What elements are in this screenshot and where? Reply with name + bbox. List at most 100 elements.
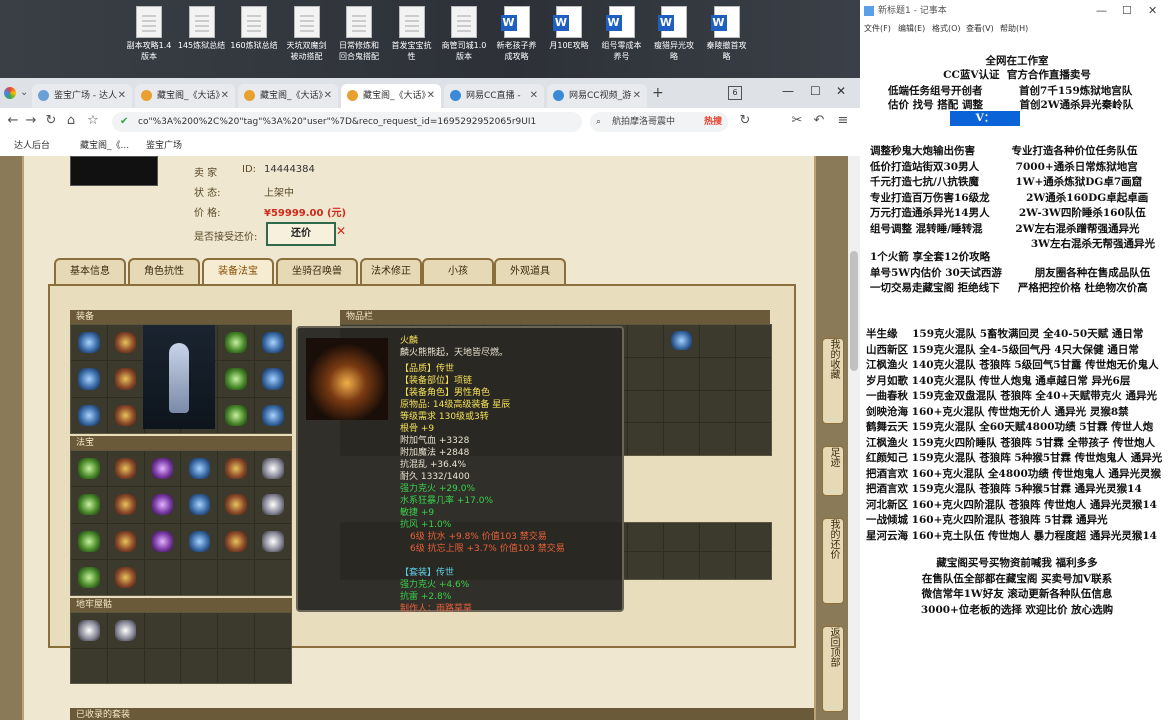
- game-tab-5[interactable]: 小孩: [422, 258, 494, 284]
- offer-close-icon[interactable]: ✕: [336, 224, 346, 238]
- item-slot-empty[interactable]: [628, 423, 664, 455]
- offer-button[interactable]: 还价: [266, 222, 336, 246]
- url-input[interactable]: ✔ co"%3A%200%2C%20"tag"%3A%20"user"%7D&r…: [112, 112, 582, 132]
- item-slot-filled[interactable]: [107, 325, 144, 361]
- undo-icon[interactable]: ↶: [810, 112, 828, 130]
- desktop-icon-7[interactable]: 新老孩子养 成攻略: [492, 6, 542, 62]
- menu-icon[interactable]: ≡: [834, 112, 852, 130]
- desktop-icon-6[interactable]: 商管司城1.0 版本: [439, 6, 489, 62]
- notepad-menu-1[interactable]: 编辑(E): [898, 22, 925, 36]
- footprint-button[interactable]: 足迹: [822, 446, 844, 496]
- item-slot-filled[interactable]: [255, 523, 291, 559]
- bookmark-0[interactable]: 达人后台: [14, 136, 50, 156]
- notepad-minimize-icon[interactable]: —: [1096, 0, 1107, 22]
- my-offers-button[interactable]: 我的还价: [822, 518, 844, 604]
- back-to-top-button[interactable]: 返回顶部: [822, 626, 844, 712]
- item-slot-empty[interactable]: [664, 357, 700, 390]
- item-slot-empty[interactable]: [700, 523, 736, 551]
- maximize-icon[interactable]: ☐: [810, 84, 821, 98]
- item-slot-filled[interactable]: [218, 487, 255, 523]
- item-slot-empty[interactable]: [736, 423, 771, 455]
- tab-close-icon[interactable]: ✕: [427, 84, 435, 108]
- favorites-button[interactable]: 我的收藏: [822, 338, 844, 424]
- item-slot-empty[interactable]: [255, 613, 291, 648]
- item-slot-filled[interactable]: [664, 325, 700, 357]
- item-slot-empty[interactable]: [700, 325, 736, 357]
- item-slot-filled[interactable]: [218, 451, 255, 487]
- item-slot-filled[interactable]: [218, 523, 255, 559]
- scrollbar-thumb[interactable]: [850, 251, 858, 371]
- desktop-icon-0[interactable]: 副本攻略1.4 版本: [124, 6, 174, 62]
- item-slot-filled[interactable]: [144, 451, 181, 487]
- item-slot-filled[interactable]: [181, 451, 218, 487]
- item-slot-filled[interactable]: [71, 523, 107, 559]
- item-slot-filled[interactable]: [107, 487, 144, 523]
- browser-tab-5[interactable]: 网易CC视频_游 ✕: [547, 84, 647, 108]
- browser-tab-1[interactable]: 藏宝阁_《大话》 ✕: [135, 84, 235, 108]
- search-input[interactable]: ⌕ 航拍摩洛哥震中 热搜: [590, 112, 728, 132]
- desktop-icon-3[interactable]: 天坑双魔剑 被动搭配: [282, 6, 332, 62]
- item-slot-empty[interactable]: [700, 357, 736, 390]
- scissors-icon[interactable]: ✂: [788, 112, 806, 130]
- item-slot-empty[interactable]: [700, 551, 736, 579]
- tab-close-icon[interactable]: ✕: [530, 84, 538, 108]
- item-slot-filled[interactable]: [71, 613, 107, 648]
- item-slot-empty[interactable]: [181, 648, 218, 683]
- desktop-icon-9[interactable]: 组号零成本 养号: [597, 6, 647, 62]
- desktop-icon-11[interactable]: 秦陵撤首攻 略: [702, 6, 752, 62]
- star-icon[interactable]: ☆: [84, 112, 102, 130]
- item-slot-filled[interactable]: [71, 397, 107, 433]
- item-slot-filled[interactable]: [107, 397, 144, 433]
- forward-icon[interactable]: →: [22, 112, 40, 130]
- item-slot-filled[interactable]: [218, 361, 255, 397]
- new-tab-button[interactable]: +: [652, 85, 664, 101]
- notepad-menu-2[interactable]: 格式(O): [932, 22, 961, 36]
- notepad-menu-0[interactable]: 文件(F): [864, 22, 891, 36]
- desktop-icon-2[interactable]: 160炼狱总结: [229, 6, 279, 51]
- game-tab-2[interactable]: 装备法宝: [202, 258, 274, 284]
- desktop-icon-4[interactable]: 日常修炼和 回合鬼搭配: [334, 6, 384, 62]
- item-slot-empty[interactable]: [628, 325, 664, 357]
- item-slot-empty[interactable]: [628, 523, 664, 551]
- item-slot-empty[interactable]: [736, 325, 771, 357]
- item-slot-empty[interactable]: [255, 648, 291, 683]
- item-slot-empty[interactable]: [628, 551, 664, 579]
- item-slot-empty[interactable]: [664, 523, 700, 551]
- bookmark-1[interactable]: 藏宝阁_《...: [80, 136, 129, 156]
- close-icon[interactable]: ✕: [836, 84, 846, 98]
- item-slot-empty[interactable]: [218, 559, 255, 595]
- game-tab-4[interactable]: 法术修正: [360, 258, 422, 284]
- item-slot-filled[interactable]: [218, 397, 255, 433]
- item-slot-empty[interactable]: [107, 648, 144, 683]
- desktop-icon-10[interactable]: 瘦猎异光攻 略: [649, 6, 699, 62]
- tab-list-icon[interactable]: ⌄: [20, 87, 28, 98]
- tab-close-icon[interactable]: ✕: [221, 84, 229, 108]
- bookmark-2[interactable]: 鉴宝广场: [146, 136, 182, 156]
- item-slot-filled[interactable]: [255, 487, 291, 523]
- item-slot-filled[interactable]: [107, 523, 144, 559]
- notepad-selected-contact[interactable]: V：noif1993: [950, 111, 1020, 139]
- desktop-icon-8[interactable]: 月10E攻略: [544, 6, 594, 51]
- item-slot-empty[interactable]: [736, 357, 771, 390]
- item-slot-empty[interactable]: [700, 423, 736, 455]
- page-scrollbar[interactable]: [848, 156, 860, 720]
- item-slot-filled[interactable]: [255, 325, 291, 361]
- item-slot-empty[interactable]: [218, 648, 255, 683]
- item-slot-empty[interactable]: [628, 357, 664, 390]
- item-slot-filled[interactable]: [107, 559, 144, 595]
- tab-close-icon[interactable]: ✕: [118, 84, 126, 108]
- item-slot-filled[interactable]: [107, 361, 144, 397]
- browser-tab-2[interactable]: 藏宝阁_《大话》 ✕: [238, 84, 338, 108]
- item-slot-filled[interactable]: [71, 451, 107, 487]
- item-slot-filled[interactable]: [255, 361, 291, 397]
- item-slot-empty[interactable]: [71, 648, 107, 683]
- notepad-menu-3[interactable]: 查看(V): [966, 22, 994, 36]
- browser-tab-0[interactable]: 鉴宝广场 - 达人 ✕: [32, 84, 132, 108]
- item-slot-empty[interactable]: [218, 613, 255, 648]
- game-tab-1[interactable]: 角色抗性: [128, 258, 200, 284]
- notepad-menu-4[interactable]: 帮助(H): [1000, 22, 1028, 36]
- minimize-icon[interactable]: —: [782, 84, 794, 98]
- item-slot-filled[interactable]: [181, 523, 218, 559]
- item-slot-empty[interactable]: [664, 423, 700, 455]
- item-slot-filled[interactable]: [71, 361, 107, 397]
